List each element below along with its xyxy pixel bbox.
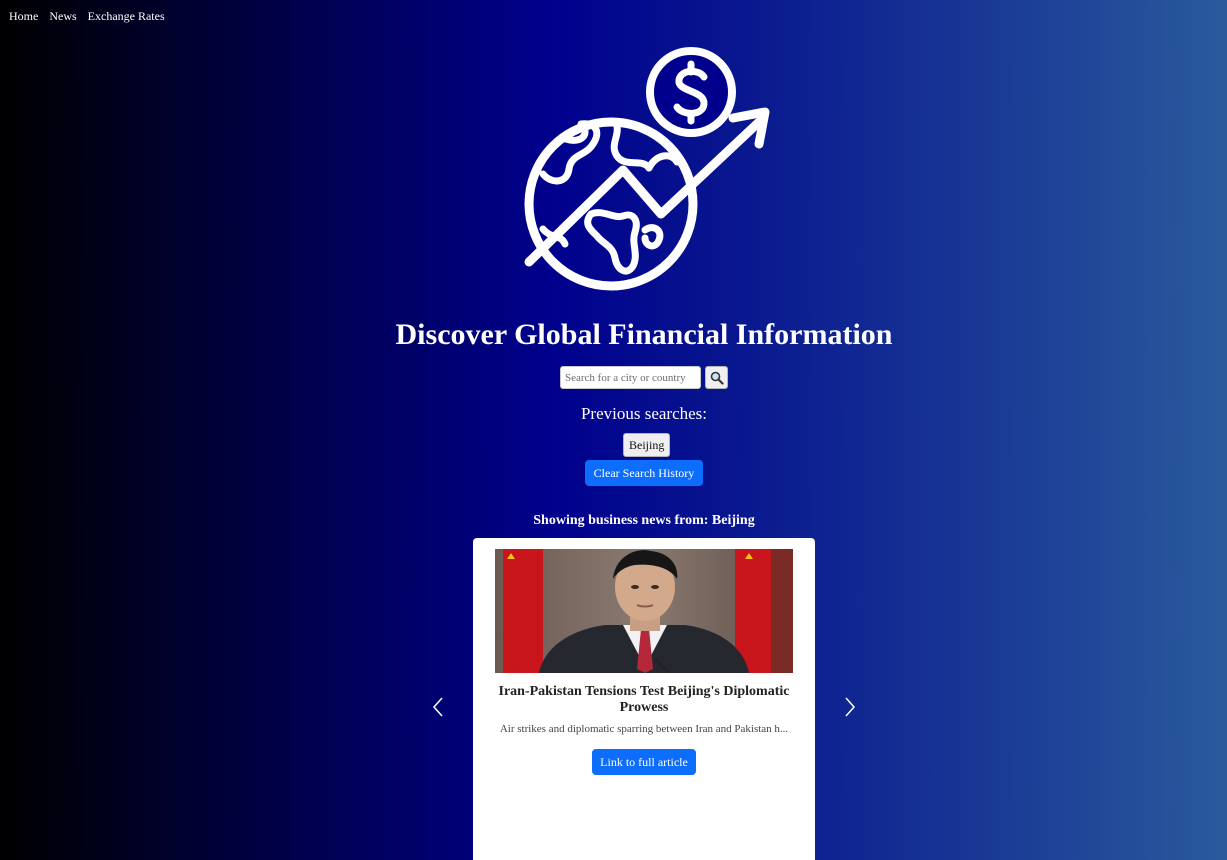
search-bar [560, 366, 728, 389]
carousel-next-button[interactable] [840, 695, 860, 719]
article-title: Iran-Pakistan Tensions Test Beijing's Di… [498, 684, 790, 715]
article-image [495, 549, 793, 673]
chevron-right-icon [845, 697, 856, 717]
chevron-left-icon [432, 697, 443, 717]
previous-search-item[interactable]: Beijing [623, 433, 671, 457]
globe-dollar-growth-icon [521, 44, 772, 294]
search-button[interactable] [705, 366, 728, 389]
nav-home-link[interactable]: Home [9, 9, 38, 24]
carousel-prev-button[interactable] [428, 695, 448, 719]
search-input[interactable] [560, 366, 701, 389]
nav-news-link[interactable]: News [49, 9, 76, 24]
article-description: Air strikes and diplomatic sparring betw… [499, 723, 789, 735]
news-heading: Showing business news from: Beijing [533, 513, 755, 528]
search-icon [710, 371, 724, 385]
full-article-link-button[interactable]: Link to full article [592, 749, 696, 775]
nav-exchange-rates-link[interactable]: Exchange Rates [88, 9, 165, 24]
page-title: Discover Global Financial Information [395, 318, 893, 351]
clear-search-history-button[interactable]: Clear Search History [585, 460, 703, 486]
previous-searches-label: Previous searches: [580, 404, 708, 423]
top-nav: Home News Exchange Rates [9, 9, 165, 24]
news-card: Iran-Pakistan Tensions Test Beijing's Di… [473, 538, 815, 860]
